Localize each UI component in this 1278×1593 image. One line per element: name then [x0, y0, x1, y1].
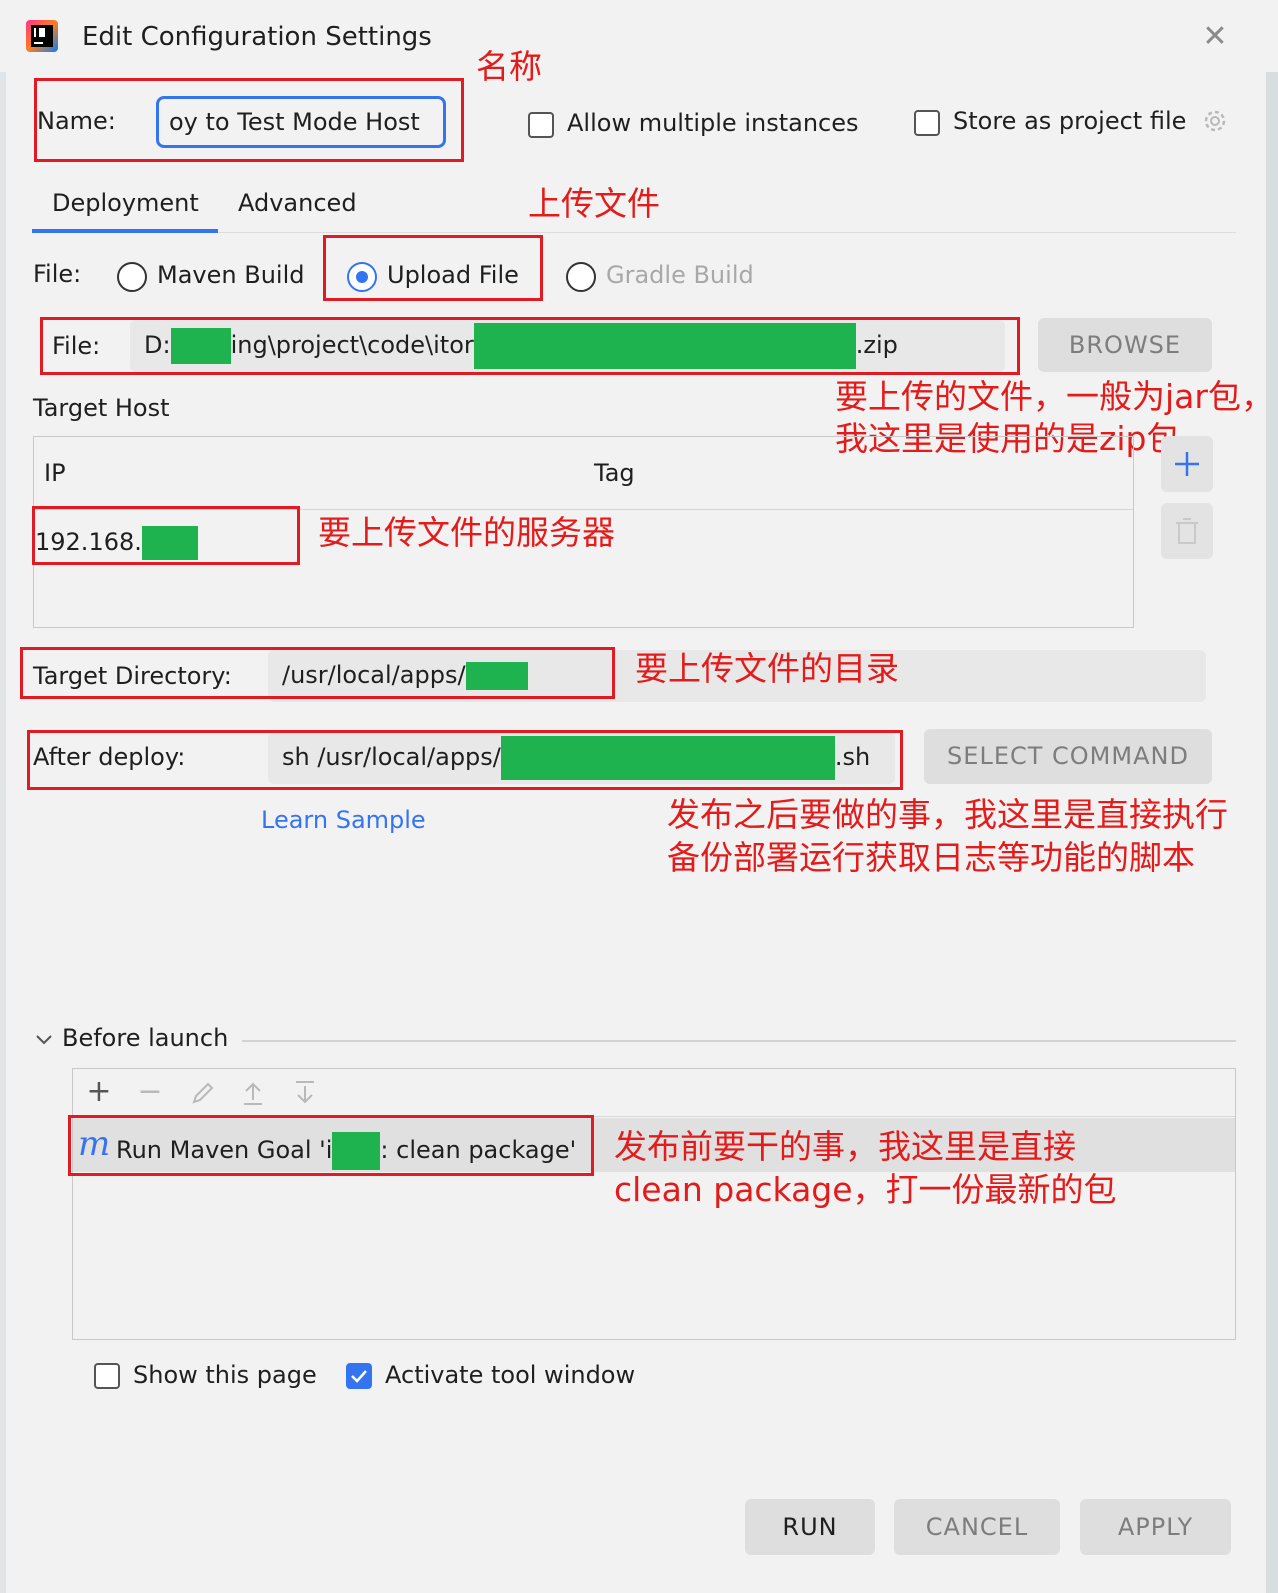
annotation-before-line2: clean package，打一份最新的包	[614, 1170, 1117, 1209]
tab-advanced[interactable]: Advanced	[238, 189, 357, 217]
remove-task-icon[interactable]: −	[135, 1075, 165, 1109]
annotation-upload-file: 上传文件	[528, 184, 660, 223]
maven-icon: m	[78, 1124, 111, 1164]
maven-goal-suffix: : clean package'	[380, 1136, 577, 1164]
show-page-label: Show this page	[133, 1361, 317, 1389]
allow-multiple-checkbox[interactable]	[528, 112, 554, 138]
annotation-directory: 要上传文件的目录	[635, 649, 899, 688]
store-project-label: Store as project file	[953, 107, 1187, 135]
target-host-label: Target Host	[33, 394, 170, 422]
before-launch-label[interactable]: Before launch	[62, 1024, 228, 1052]
activate-tool-checkbox[interactable]	[346, 1363, 372, 1389]
cancel-button[interactable]: CANCEL	[894, 1499, 1060, 1555]
ip-value: 192.168.	[35, 528, 142, 556]
radio-maven-build-label: Maven Build	[157, 261, 305, 289]
column-header-tag: Tag	[594, 459, 635, 487]
window-left-edge	[0, 0, 6, 1593]
run-button[interactable]: RUN	[745, 1499, 875, 1555]
store-project-checkbox[interactable]	[914, 110, 940, 136]
browse-button[interactable]: BROWSE	[1038, 318, 1212, 372]
check-icon	[351, 1370, 367, 1383]
redaction-mask	[141, 526, 198, 560]
tab-deployment[interactable]: Deployment	[52, 189, 199, 217]
radio-maven-build[interactable]	[117, 262, 147, 292]
file-type-label: File:	[33, 260, 82, 288]
window-title: Edit Configuration Settings	[82, 22, 432, 52]
table-row-ip[interactable]: 192.168.	[35, 526, 198, 560]
activate-tool-label: Activate tool window	[385, 1361, 636, 1389]
after-deploy-label: After deploy:	[33, 743, 186, 771]
file-path-middle: ing\project\code\itor	[230, 331, 474, 359]
radio-upload-file[interactable]	[347, 262, 377, 292]
file-label: File:	[52, 332, 101, 360]
annotation-server: 要上传文件的服务器	[318, 513, 615, 552]
learn-sample-link[interactable]: Learn Sample	[261, 806, 426, 834]
intellij-logo-icon	[26, 20, 58, 52]
show-page-checkbox[interactable]	[94, 1363, 120, 1389]
column-header-ip: IP	[44, 459, 66, 487]
redaction-mask	[473, 323, 856, 369]
file-path-field[interactable]: D: ing\project\code\itor .zip	[130, 320, 1005, 372]
annotation-file-line1: 要上传的文件，一般为jar包，	[835, 377, 1274, 416]
gear-icon[interactable]	[1200, 106, 1230, 136]
annotation-name: 名称	[476, 47, 542, 86]
chevron-down-icon[interactable]	[34, 1030, 54, 1050]
radio-upload-file-label: Upload File	[387, 261, 519, 289]
name-input[interactable]: oy to Test Mode Host	[156, 96, 446, 148]
annotation-before-line1: 发布前要干的事，我这里是直接	[614, 1127, 1076, 1166]
trash-icon	[1176, 518, 1198, 544]
maven-goal-label: Run Maven Goal 'i : clean package'	[116, 1132, 576, 1170]
before-launch-divider	[242, 1040, 1236, 1042]
name-label: Name:	[37, 107, 116, 135]
radio-gradle-build-label: Gradle Build	[606, 261, 754, 289]
add-task-icon[interactable]: +	[84, 1075, 114, 1109]
redaction-mask	[332, 1132, 381, 1170]
active-tab-indicator	[32, 229, 218, 233]
window-right-edge	[1266, 0, 1278, 1593]
file-path-end: .zip	[855, 331, 898, 359]
target-directory-label: Target Directory:	[33, 662, 232, 690]
annotation-after-line2: 备份部署运行获取日志等功能的脚本	[667, 838, 1195, 877]
delete-host-button[interactable]	[1161, 503, 1213, 559]
move-up-icon[interactable]	[238, 1078, 268, 1108]
apply-button[interactable]: APPLY	[1080, 1499, 1231, 1555]
maven-goal-prefix: Run Maven Goal 'i	[116, 1136, 333, 1164]
annotation-after-line1: 发布之后要做的事，我这里是直接执行	[667, 795, 1228, 834]
file-path-start: D:	[144, 331, 171, 359]
close-icon[interactable]: ✕	[1200, 22, 1230, 52]
select-command-button[interactable]: SELECT COMMAND	[924, 729, 1212, 784]
move-down-icon[interactable]	[290, 1078, 320, 1108]
add-host-button[interactable]	[1161, 436, 1213, 492]
allow-multiple-label: Allow multiple instances	[567, 109, 859, 137]
edit-task-icon[interactable]	[188, 1078, 218, 1108]
redaction-mask	[170, 328, 231, 364]
radio-gradle-build[interactable]	[566, 262, 596, 292]
